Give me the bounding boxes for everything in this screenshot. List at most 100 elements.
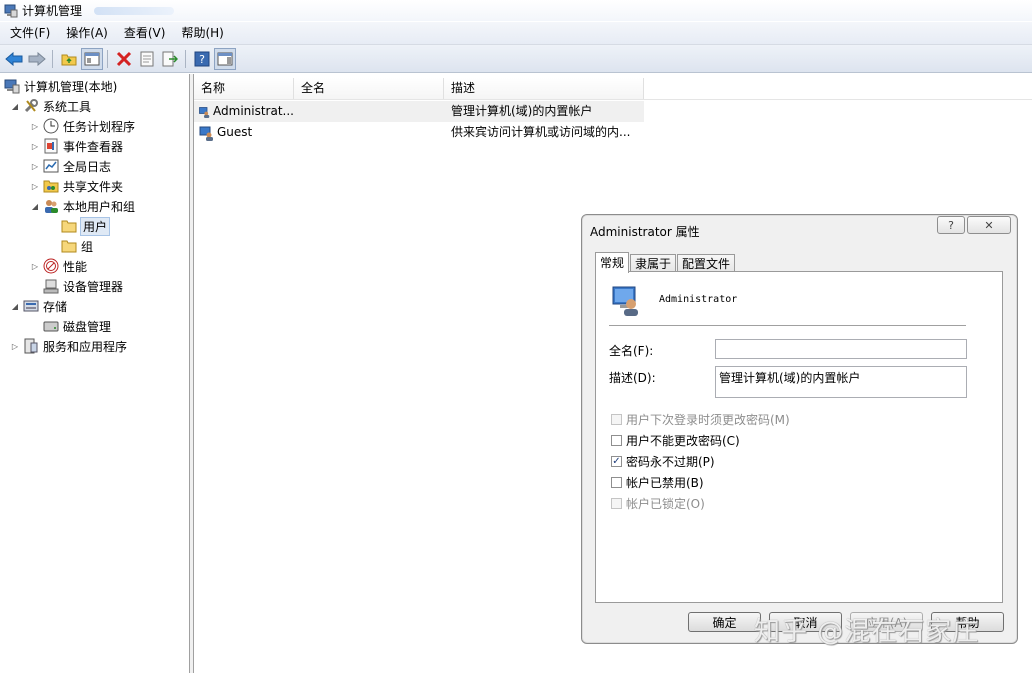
account-locked-checkbox[interactable]: 帐户已锁定(O) <box>611 495 705 511</box>
back-arrow-icon[interactable] <box>3 48 25 70</box>
folder-icon <box>61 240 77 253</box>
menu-view[interactable]: 查看(V) <box>116 22 174 44</box>
password-never-expires-checkbox[interactable]: ✓ 密码永不过期(P) <box>611 453 715 469</box>
user-icon <box>199 126 213 141</box>
tree-label: 组 <box>81 239 94 254</box>
tree-label: 设备管理器 <box>63 279 124 294</box>
tree-item-system-tools[interactable]: ◢ 系统工具 <box>10 96 91 116</box>
tree-item-shared-folders[interactable]: ▷ 共享文件夹 <box>30 176 123 196</box>
expand-arrow-icon[interactable]: ▷ <box>10 341 20 351</box>
name-cell: Guest <box>194 122 294 143</box>
tree-label: 用户 <box>79 216 111 236</box>
checkbox-label: 帐户已锁定(O) <box>626 496 705 511</box>
folder-icon <box>61 220 77 233</box>
menu-action[interactable]: 操作(A) <box>58 22 116 44</box>
tree-item-event-viewer[interactable]: ▷ 事件查看器 <box>30 136 123 156</box>
checkbox-box[interactable] <box>611 497 622 509</box>
tree-label: 本地用户和组 <box>63 199 136 214</box>
expand-arrow-icon[interactable]: ▷ <box>30 261 40 271</box>
properties-dialog: Administrator 属性 ? ✕ 常规 隶属于 配置文件 Adminis… <box>581 214 1018 644</box>
menu-bar: 文件(F) 操作(A) 查看(V) 帮助(H) <box>0 22 1032 45</box>
fullname-label: 全名(F): <box>609 344 654 358</box>
expand-arrow-icon[interactable]: ▷ <box>30 141 40 151</box>
name-cell: Administrat... <box>194 101 294 122</box>
expand-arrow-icon[interactable]: ▷ <box>30 161 40 171</box>
checkbox-label: 密码永不过期(P) <box>626 454 715 469</box>
close-button[interactable]: ✕ <box>967 216 1011 234</box>
disk-icon <box>43 321 59 332</box>
tree-item-device-manager[interactable]: 设备管理器 <box>43 276 123 296</box>
fullname-field[interactable] <box>715 339 967 359</box>
checkbox-label: 用户下次登录时须更改密码(M) <box>626 412 790 427</box>
expand-arrow-icon[interactable]: ▷ <box>30 121 40 131</box>
help-button[interactable]: ? <box>937 216 965 234</box>
checkbox-box[interactable] <box>611 434 622 446</box>
collapse-arrow-icon[interactable]: ◢ <box>30 201 40 211</box>
menu-help[interactable]: 帮助(H) <box>173 22 231 44</box>
collapse-arrow-icon[interactable]: ◢ <box>10 301 20 311</box>
collapse-arrow-icon[interactable]: ◢ <box>10 101 20 111</box>
description-field[interactable]: 管理计算机(域)的内置帐户 <box>715 366 967 398</box>
tree-label: 性能 <box>63 259 88 274</box>
tree-item-local-users-groups[interactable]: ◢ 本地用户和组 <box>30 196 135 216</box>
account-disabled-checkbox[interactable]: 帐户已禁用(B) <box>611 474 704 490</box>
tab-member-of[interactable]: 隶属于 <box>630 254 677 272</box>
computer-management-icon <box>4 79 20 94</box>
tree-item-storage[interactable]: ◢ 存储 <box>10 296 67 316</box>
show-hide-action-pane-icon[interactable] <box>214 47 236 70</box>
fullname-cell <box>294 101 444 122</box>
description-cell: 管理计算机(域)的内置帐户 <box>451 104 593 118</box>
svg-text:?: ? <box>199 53 205 66</box>
tree-label: 事件查看器 <box>63 139 124 154</box>
column-header-name[interactable]: 名称 <box>194 78 294 99</box>
checkbox-box[interactable] <box>611 413 622 425</box>
tree-item-disk-management[interactable]: 磁盘管理 <box>43 316 111 336</box>
tree-label: 磁盘管理 <box>63 319 112 334</box>
forward-arrow-icon[interactable] <box>26 48 48 70</box>
dialog-title: Administrator 属性 <box>590 225 700 239</box>
menu-file[interactable]: 文件(F) <box>0 22 58 44</box>
ok-button[interactable]: 确定 <box>688 612 761 632</box>
column-header-fullname[interactable]: 全名 <box>294 78 444 99</box>
user-name: Administrat... <box>213 104 294 118</box>
checkbox-label: 用户不能更改密码(C) <box>626 433 740 448</box>
description-label: 描述(D): <box>609 371 656 385</box>
tree-label: 存储 <box>43 299 68 314</box>
window-title: 计算机管理 <box>22 4 83 18</box>
tree-label: 服务和应用程序 <box>43 339 128 354</box>
tree-label: 全局日志 <box>63 159 112 174</box>
properties-icon[interactable] <box>136 48 158 70</box>
tree-item-global-log[interactable]: ▷ 全局日志 <box>30 156 111 176</box>
cannot-change-password-checkbox[interactable]: 用户不能更改密码(C) <box>611 432 740 448</box>
user-name: Guest <box>217 125 253 139</box>
tree-item-services-apps[interactable]: ▷ 服务和应用程序 <box>10 336 127 356</box>
tree-label: 计算机管理(本地) <box>24 79 118 94</box>
delete-icon[interactable] <box>113 48 135 70</box>
shared-folder-icon <box>43 180 59 193</box>
expand-arrow-icon[interactable]: ▷ <box>30 181 40 191</box>
separator <box>609 325 966 326</box>
checkbox-box[interactable] <box>611 476 622 488</box>
up-folder-icon[interactable] <box>58 48 80 70</box>
help-icon[interactable]: ? <box>191 48 213 70</box>
tree-item-users[interactable]: 用户 <box>61 216 111 236</box>
table-row[interactable]: Guest 供来宾访问计算机或访问域的内... <box>194 122 644 143</box>
tab-general[interactable]: 常规 <box>595 252 630 273</box>
tree-label: 系统工具 <box>43 99 92 114</box>
export-list-icon[interactable] <box>159 48 181 70</box>
watermark: 知乎 @混在石家庄 <box>754 617 980 647</box>
column-header-description[interactable]: 描述 <box>444 78 644 99</box>
device-manager-icon <box>43 279 59 294</box>
tab-profile[interactable]: 配置文件 <box>677 254 736 272</box>
checkmark-icon[interactable]: ✓ <box>611 455 622 467</box>
show-hide-tree-icon[interactable] <box>81 47 103 70</box>
toolbar: ? <box>0 45 1032 73</box>
tree-item-performance[interactable]: ▷ 性能 <box>30 256 87 276</box>
tree-item-task-scheduler[interactable]: ▷ 任务计划程序 <box>30 116 135 136</box>
tree-item-groups[interactable]: 组 <box>61 236 93 256</box>
table-row[interactable]: Administrat... 管理计算机(域)的内置帐户 <box>194 101 644 122</box>
tree-item-root[interactable]: 计算机管理(本地) <box>4 76 117 96</box>
help-glyph: ? <box>948 218 954 232</box>
services-icon <box>24 338 38 354</box>
must-change-password-checkbox[interactable]: 用户下次登录时须更改密码(M) <box>611 411 790 427</box>
